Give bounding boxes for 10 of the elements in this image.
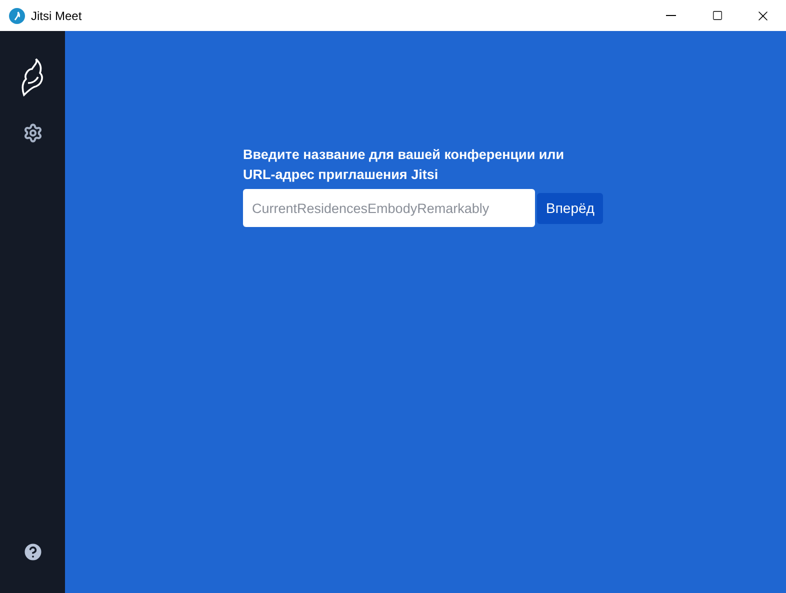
conference-name-field[interactable]: CurrentResidencesEmbodyRemarkably <box>243 189 535 227</box>
go-button[interactable]: Вперёд <box>537 192 604 224</box>
settings-icon[interactable] <box>22 123 42 143</box>
app-logo-icon <box>9 8 25 24</box>
maximize-icon <box>712 10 722 21</box>
minimize-icon <box>666 15 676 16</box>
flame-logo-icon[interactable] <box>20 57 46 97</box>
form-label: Введите название для вашей конференции или URL-адрес приглашения Jitsi <box>243 146 566 184</box>
help-icon[interactable] <box>22 541 44 563</box>
window-title: Jitsi Meet <box>31 8 82 24</box>
